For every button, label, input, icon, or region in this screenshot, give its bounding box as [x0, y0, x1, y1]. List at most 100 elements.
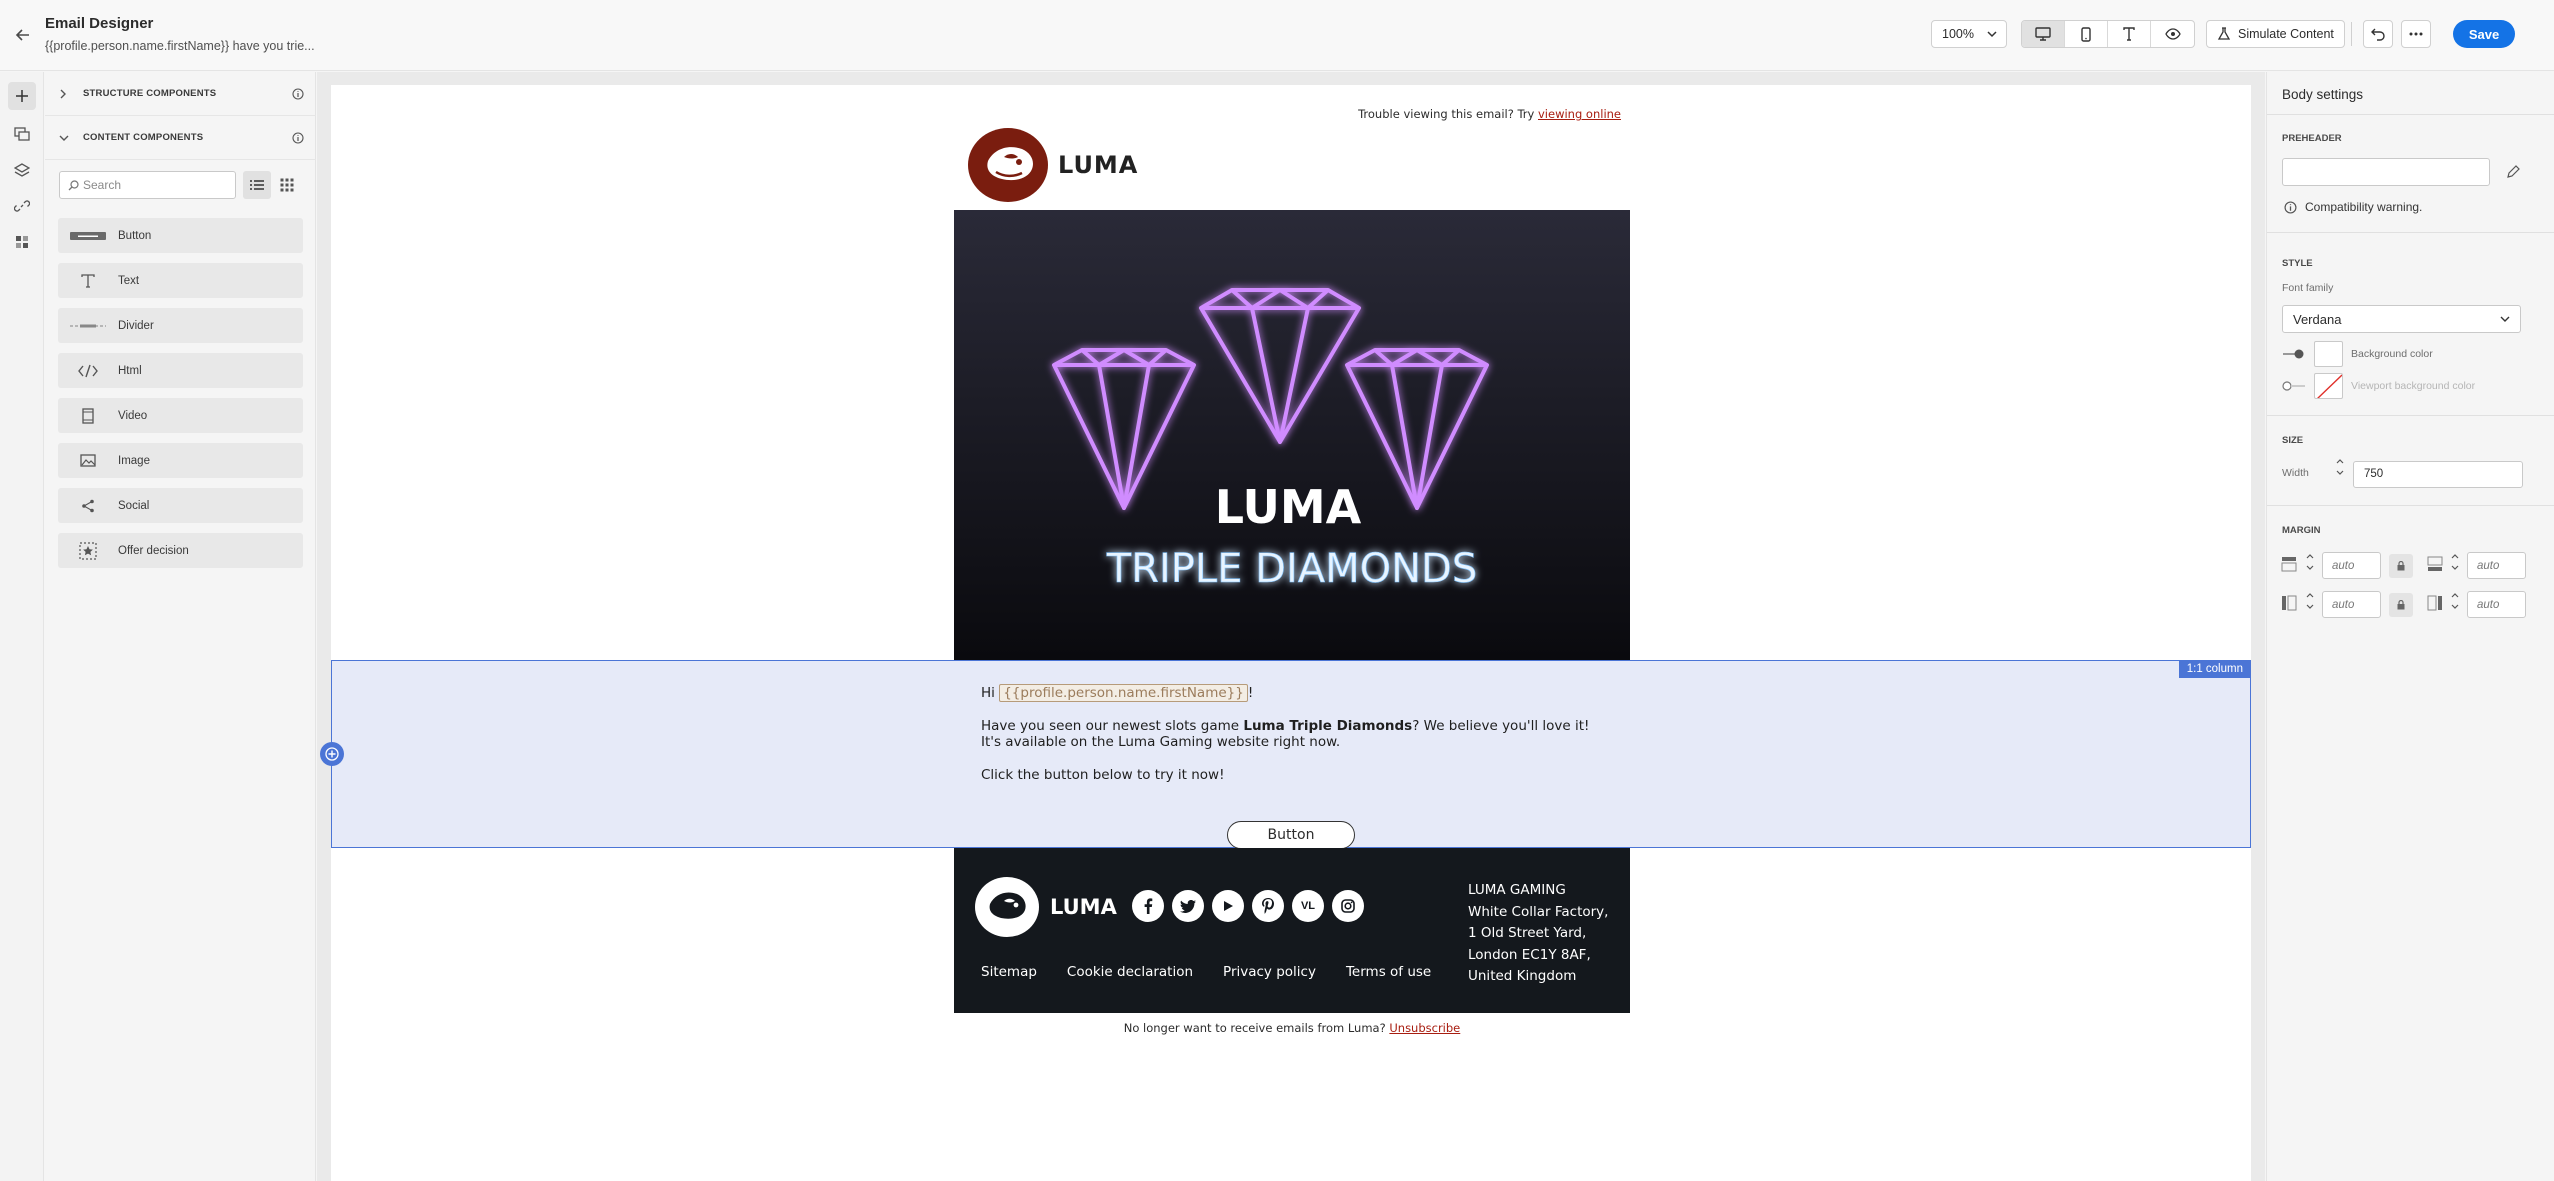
structure-components-title: STRUCTURE COMPONENTS [83, 88, 217, 99]
luma-logo[interactable]: LUMA [966, 127, 1138, 203]
templates-rail-button[interactable] [8, 120, 36, 148]
footer-address: LUMA GAMING White Collar Factory, 1 Old … [1468, 880, 1608, 988]
viewport-color-swatch[interactable] [2314, 373, 2343, 399]
text-view-button[interactable] [2108, 21, 2151, 47]
component-divider[interactable]: Divider [58, 308, 303, 343]
email-subject[interactable]: {{profile.person.name.firstName}} have y… [45, 39, 315, 53]
margin-left-stepper[interactable] [2303, 592, 2317, 610]
personalization-token[interactable]: {{profile.person.name.firstName}} [999, 684, 1248, 702]
view-online-link[interactable]: viewing online [1538, 107, 1621, 121]
layers-rail-button[interactable] [8, 156, 36, 184]
component-button[interactable]: Button [58, 218, 303, 253]
chevron-down-icon [1987, 31, 1997, 38]
component-image[interactable]: Image [58, 443, 303, 478]
component-social[interactable]: Social [58, 488, 303, 523]
cta-button[interactable]: Button [1227, 821, 1355, 849]
margin-bottom-icon [2427, 556, 2443, 571]
font-family-select[interactable]: Verdana [2282, 305, 2521, 333]
pinterest-icon[interactable] [1252, 890, 1284, 922]
more-actions-button[interactable] [2401, 20, 2431, 48]
hero-image[interactable]: LUMA TRIPLE DIAMONDS [954, 210, 1630, 660]
component-label: Offer decision [118, 544, 189, 557]
footer-link-privacy[interactable]: Privacy policy [1223, 964, 1316, 980]
compat-warning-text: Compatibility warning. [2305, 200, 2423, 214]
viewport-color-toggle[interactable] [2282, 380, 2306, 392]
divider [2267, 114, 2554, 115]
address-line: LUMA GAMING [1468, 882, 1566, 898]
footer-link-cookie[interactable]: Cookie declaration [1067, 964, 1193, 980]
preview-button[interactable] [2151, 21, 2194, 47]
vl-icon[interactable]: VL [1292, 890, 1324, 922]
grid-view-toggle[interactable] [273, 171, 301, 199]
chevron-down-icon [2451, 604, 2459, 609]
content-components-header[interactable]: CONTENT COMPONENTS [45, 116, 316, 160]
chevron-up-icon [2336, 459, 2344, 464]
structure-components-header[interactable]: STRUCTURE COMPONENTS [45, 72, 316, 116]
toolbar-divider [2351, 22, 2352, 46]
luma-monkey-logo-icon [968, 128, 1048, 202]
chevron-down-icon [2451, 565, 2459, 570]
eye-icon [2164, 28, 2181, 40]
margin-lock-horizontal[interactable] [2389, 593, 2413, 617]
width-input[interactable]: 750 [2353, 461, 2523, 488]
info-icon[interactable] [292, 131, 304, 144]
youtube-icon[interactable] [1212, 890, 1244, 922]
offer-icon [79, 541, 97, 560]
bg-color-toggle[interactable] [2282, 348, 2306, 360]
unsubscribe-link[interactable]: Unsubscribe [1389, 1021, 1460, 1035]
fragments-rail-button[interactable] [8, 228, 36, 256]
layers-icon [14, 163, 30, 177]
zoom-select[interactable]: 100% [1931, 20, 2007, 48]
components-search-input[interactable]: Search [59, 171, 236, 199]
address-line: London EC1Y 8AF, [1468, 946, 1591, 963]
margin-top-input[interactable]: auto [2322, 552, 2381, 579]
text-icon [2123, 27, 2135, 41]
left-rail [0, 72, 44, 1181]
twitter-icon[interactable] [1172, 890, 1204, 922]
desktop-view-button[interactable] [2022, 21, 2065, 47]
links-rail-button[interactable] [8, 192, 36, 220]
footer-logo[interactable]: LUMA [974, 876, 1117, 938]
plus-icon [16, 90, 28, 102]
preheader-label: PREHEADER [2282, 133, 2342, 144]
mobile-view-button[interactable] [2065, 21, 2108, 47]
margin-bottom-stepper[interactable] [2448, 553, 2462, 571]
margin-top-stepper[interactable] [2303, 553, 2317, 571]
margin-bottom-input[interactable]: auto [2467, 552, 2526, 579]
width-stepper[interactable] [2333, 458, 2347, 476]
instagram-icon[interactable] [1332, 890, 1364, 922]
address-line: White Collar Factory, [1468, 903, 1609, 920]
preheader-input[interactable] [2282, 158, 2490, 186]
selected-text-block[interactable]: 1:1 column Hi {{profile.person.name.firs… [320, 660, 2251, 849]
info-icon[interactable] [292, 87, 304, 100]
margin-right-input[interactable]: auto [2467, 591, 2526, 618]
simulate-content-button[interactable]: Simulate Content [2206, 20, 2345, 48]
flask-icon [2217, 27, 2231, 40]
footer-link-sitemap[interactable]: Sitemap [981, 964, 1037, 980]
chevron-up-icon [2306, 554, 2314, 559]
hero-subtitle: TRIPLE DIAMONDS [1106, 546, 1478, 592]
component-label: Text [118, 274, 140, 287]
undo-button[interactable] [2363, 20, 2393, 48]
component-html[interactable]: Html [58, 353, 303, 388]
list-view-toggle[interactable] [243, 171, 271, 199]
component-label: Html [118, 364, 142, 377]
component-video[interactable]: Video [58, 398, 303, 433]
pencil-icon[interactable] [2506, 165, 2520, 179]
margin-left-input[interactable]: auto [2322, 591, 2381, 618]
margin-lock-vertical[interactable] [2389, 554, 2413, 578]
components-rail-button[interactable] [8, 82, 36, 110]
save-button[interactable]: Save [2453, 20, 2515, 48]
component-offer-decision[interactable]: Offer decision [58, 533, 303, 568]
bg-color-swatch[interactable] [2314, 341, 2343, 367]
footer-link-terms[interactable]: Terms of use [1346, 964, 1431, 980]
back-button[interactable] [8, 20, 38, 50]
email-body-text[interactable]: Hi {{profile.person.name.firstName}}! Ha… [981, 684, 1601, 800]
component-text[interactable]: Text [58, 263, 303, 298]
unsubscribe-text: No longer want to receive emails from Lu… [954, 1021, 1630, 1035]
facebook-icon[interactable] [1132, 890, 1164, 922]
margin-right-stepper[interactable] [2448, 592, 2462, 610]
zoom-value: 100% [1942, 27, 1974, 41]
size-label: SIZE [2282, 435, 2304, 446]
add-block-button[interactable] [320, 742, 344, 766]
